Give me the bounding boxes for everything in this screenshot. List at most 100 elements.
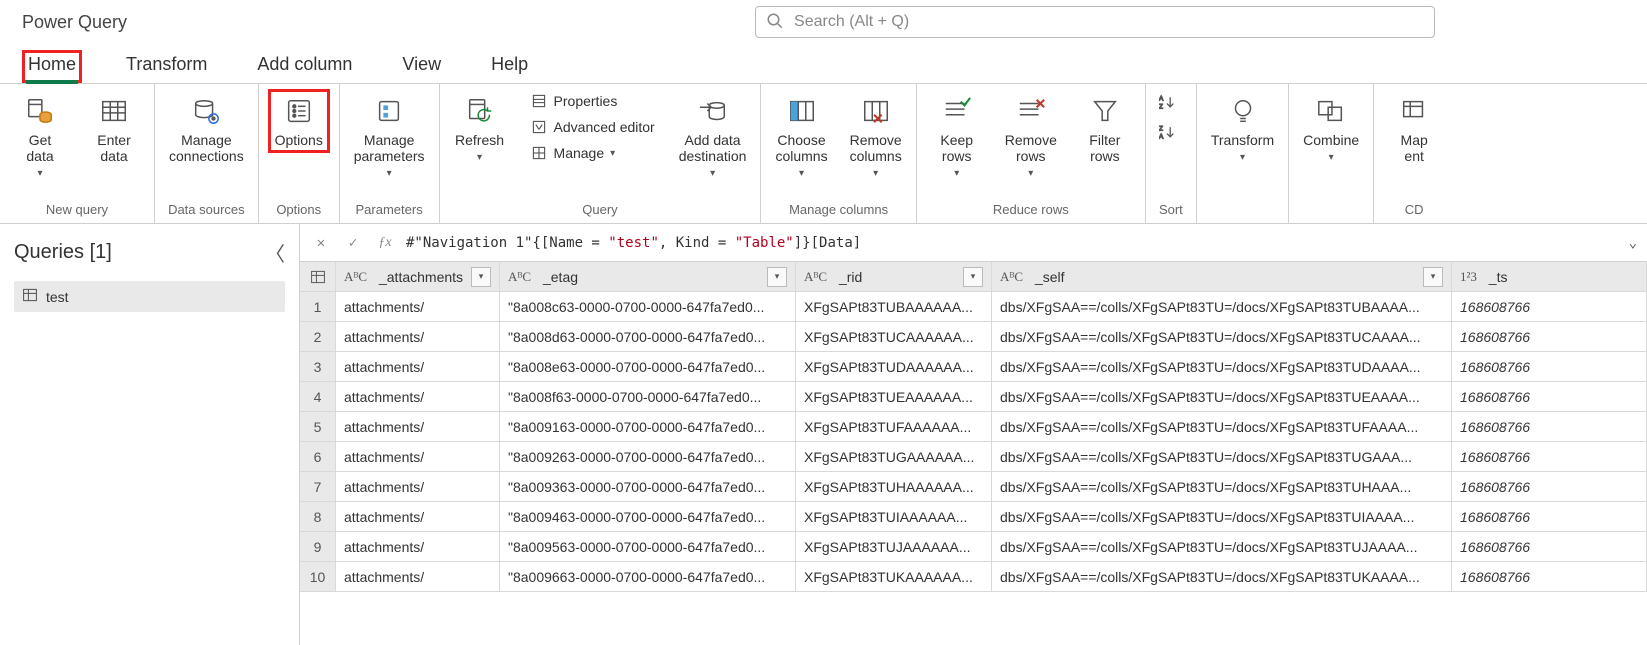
keep-rows-button[interactable]: Keep rows ▾ xyxy=(927,90,987,184)
table-row[interactable]: 5attachments/"8a009163-0000-0700-0000-64… xyxy=(300,412,1647,442)
cell-rid[interactable]: XFgSAPt83TUIAAAAAA... xyxy=(796,502,992,531)
row-number[interactable]: 4 xyxy=(300,382,336,411)
table-row[interactable]: 3attachments/"8a008e63-0000-0700-0000-64… xyxy=(300,352,1647,382)
row-number[interactable]: 10 xyxy=(300,562,336,591)
cell-attachments[interactable]: attachments/ xyxy=(336,292,500,321)
query-item-test[interactable]: test xyxy=(14,281,285,312)
cell-attachments[interactable]: attachments/ xyxy=(336,322,500,351)
row-number[interactable]: 9 xyxy=(300,532,336,561)
tab-home[interactable]: Home xyxy=(22,50,82,83)
cell-self[interactable]: dbs/XFgSAA==/colls/XFgSAPt83TU=/docs/XFg… xyxy=(992,382,1452,411)
cell-rid[interactable]: XFgSAPt83TUDAAAAAA... xyxy=(796,352,992,381)
row-number[interactable]: 5 xyxy=(300,412,336,441)
cell-self[interactable]: dbs/XFgSAA==/colls/XFgSAPt83TU=/docs/XFg… xyxy=(992,532,1452,561)
table-row[interactable]: 7attachments/"8a009363-0000-0700-0000-64… xyxy=(300,472,1647,502)
cell-etag[interactable]: "8a009363-0000-0700-0000-647fa7ed0... xyxy=(500,472,796,501)
map-entities-button[interactable]: Map ent xyxy=(1384,90,1444,168)
cell-rid[interactable]: XFgSAPt83TUBAAAAAA... xyxy=(796,292,992,321)
cell-rid[interactable]: XFgSAPt83TUHAAAAAA... xyxy=(796,472,992,501)
row-number[interactable]: 2 xyxy=(300,322,336,351)
expand-formula-button[interactable]: ⌄ xyxy=(1629,235,1637,251)
cell-attachments[interactable]: attachments/ xyxy=(336,502,500,531)
properties-button[interactable]: Properties xyxy=(524,90,661,112)
cancel-formula-button[interactable]: ✕ xyxy=(310,232,332,254)
manage-parameters-button[interactable]: Manage parameters ▾ xyxy=(350,90,429,184)
table-row[interactable]: 4attachments/"8a008f63-0000-0700-0000-64… xyxy=(300,382,1647,412)
cell-rid[interactable]: XFgSAPt83TUGAAAAAA... xyxy=(796,442,992,471)
transform-button[interactable]: Transform ▾ xyxy=(1207,90,1278,168)
table-row[interactable]: 9attachments/"8a009563-0000-0700-0000-64… xyxy=(300,532,1647,562)
choose-columns-button[interactable]: Choose columns ▾ xyxy=(771,90,831,184)
cell-ts[interactable]: 168608766 xyxy=(1452,472,1647,501)
cell-attachments[interactable]: attachments/ xyxy=(336,562,500,591)
row-number[interactable]: 3 xyxy=(300,352,336,381)
column-header-ts[interactable]: 1²3 _ts xyxy=(1452,262,1647,291)
row-number[interactable]: 1 xyxy=(300,292,336,321)
cell-self[interactable]: dbs/XFgSAA==/colls/XFgSAPt83TU=/docs/XFg… xyxy=(992,562,1452,591)
options-button[interactable]: Options xyxy=(269,90,329,152)
sort-asc-button[interactable]: AZ xyxy=(1156,90,1186,114)
column-header-etag[interactable]: AᴮC _etag ▾ xyxy=(500,262,796,291)
accept-formula-button[interactable]: ✓ xyxy=(342,232,364,254)
cell-attachments[interactable]: attachments/ xyxy=(336,382,500,411)
cell-rid[interactable]: XFgSAPt83TUEAAAAAA... xyxy=(796,382,992,411)
filter-dropdown-button[interactable]: ▾ xyxy=(767,267,787,287)
cell-self[interactable]: dbs/XFgSAA==/colls/XFgSAPt83TU=/docs/XFg… xyxy=(992,442,1452,471)
tab-view[interactable]: View xyxy=(396,50,447,83)
manage-button[interactable]: Manage ▾ xyxy=(524,142,661,164)
column-header-rid[interactable]: AᴮC _rid ▾ xyxy=(796,262,992,291)
cell-ts[interactable]: 168608766 xyxy=(1452,292,1647,321)
cell-rid[interactable]: XFgSAPt83TUJAAAAAA... xyxy=(796,532,992,561)
cell-ts[interactable]: 168608766 xyxy=(1452,502,1647,531)
cell-etag[interactable]: "8a009263-0000-0700-0000-647fa7ed0... xyxy=(500,442,796,471)
cell-etag[interactable]: "8a008f63-0000-0700-0000-647fa7ed0... xyxy=(500,382,796,411)
tab-help[interactable]: Help xyxy=(485,50,534,83)
combine-button[interactable]: Combine ▾ xyxy=(1299,90,1363,168)
tab-transform[interactable]: Transform xyxy=(120,50,213,83)
sort-desc-button[interactable]: ZA xyxy=(1156,120,1186,144)
add-destination-button[interactable]: Add data destination ▾ xyxy=(675,90,751,184)
search-input[interactable]: Search (Alt + Q) xyxy=(755,6,1435,38)
column-header-self[interactable]: AᴮC _self ▾ xyxy=(992,262,1452,291)
row-number[interactable]: 8 xyxy=(300,502,336,531)
cell-etag[interactable]: "8a009163-0000-0700-0000-647fa7ed0... xyxy=(500,412,796,441)
formula-bar[interactable]: #"Navigation 1"{[Name = "test", Kind = "… xyxy=(406,235,1619,251)
row-number[interactable]: 7 xyxy=(300,472,336,501)
row-number[interactable]: 6 xyxy=(300,442,336,471)
cell-ts[interactable]: 168608766 xyxy=(1452,412,1647,441)
cell-rid[interactable]: XFgSAPt83TUKAAAAAA... xyxy=(796,562,992,591)
cell-ts[interactable]: 168608766 xyxy=(1452,562,1647,591)
cell-etag[interactable]: "8a008e63-0000-0700-0000-647fa7ed0... xyxy=(500,352,796,381)
cell-ts[interactable]: 168608766 xyxy=(1452,322,1647,351)
table-row[interactable]: 10attachments/"8a009663-0000-0700-0000-6… xyxy=(300,562,1647,592)
cell-rid[interactable]: XFgSAPt83TUFAAAAAA... xyxy=(796,412,992,441)
filter-dropdown-button[interactable]: ▾ xyxy=(963,267,983,287)
filter-dropdown-button[interactable]: ▾ xyxy=(1423,267,1443,287)
remove-rows-button[interactable]: Remove rows ▾ xyxy=(1001,90,1061,184)
refresh-button[interactable]: Refresh ▾ xyxy=(450,90,510,168)
tab-add-column[interactable]: Add column xyxy=(251,50,358,83)
cell-self[interactable]: dbs/XFgSAA==/colls/XFgSAPt83TU=/docs/XFg… xyxy=(992,322,1452,351)
advanced-editor-button[interactable]: Advanced editor xyxy=(524,116,661,138)
table-row[interactable]: 2attachments/"8a008d63-0000-0700-0000-64… xyxy=(300,322,1647,352)
cell-attachments[interactable]: attachments/ xyxy=(336,442,500,471)
cell-etag[interactable]: "8a009463-0000-0700-0000-647fa7ed0... xyxy=(500,502,796,531)
cell-etag[interactable]: "8a009563-0000-0700-0000-647fa7ed0... xyxy=(500,532,796,561)
cell-attachments[interactable]: attachments/ xyxy=(336,472,500,501)
cell-self[interactable]: dbs/XFgSAA==/colls/XFgSAPt83TU=/docs/XFg… xyxy=(992,412,1452,441)
filter-dropdown-button[interactable]: ▾ xyxy=(471,267,491,287)
cell-attachments[interactable]: attachments/ xyxy=(336,352,500,381)
cell-ts[interactable]: 168608766 xyxy=(1452,442,1647,471)
cell-etag[interactable]: "8a009663-0000-0700-0000-647fa7ed0... xyxy=(500,562,796,591)
filter-rows-button[interactable]: Filter rows xyxy=(1075,90,1135,168)
cell-ts[interactable]: 168608766 xyxy=(1452,382,1647,411)
cell-etag[interactable]: "8a008d63-0000-0700-0000-647fa7ed0... xyxy=(500,322,796,351)
table-row[interactable]: 8attachments/"8a009463-0000-0700-0000-64… xyxy=(300,502,1647,532)
cell-attachments[interactable]: attachments/ xyxy=(336,532,500,561)
enter-data-button[interactable]: Enter data xyxy=(84,90,144,168)
cell-self[interactable]: dbs/XFgSAA==/colls/XFgSAPt83TU=/docs/XFg… xyxy=(992,352,1452,381)
cell-self[interactable]: dbs/XFgSAA==/colls/XFgSAPt83TU=/docs/XFg… xyxy=(992,292,1452,321)
get-data-button[interactable]: Get data ▾ xyxy=(10,90,70,184)
cell-etag[interactable]: "8a008c63-0000-0700-0000-647fa7ed0... xyxy=(500,292,796,321)
cell-ts[interactable]: 168608766 xyxy=(1452,352,1647,381)
